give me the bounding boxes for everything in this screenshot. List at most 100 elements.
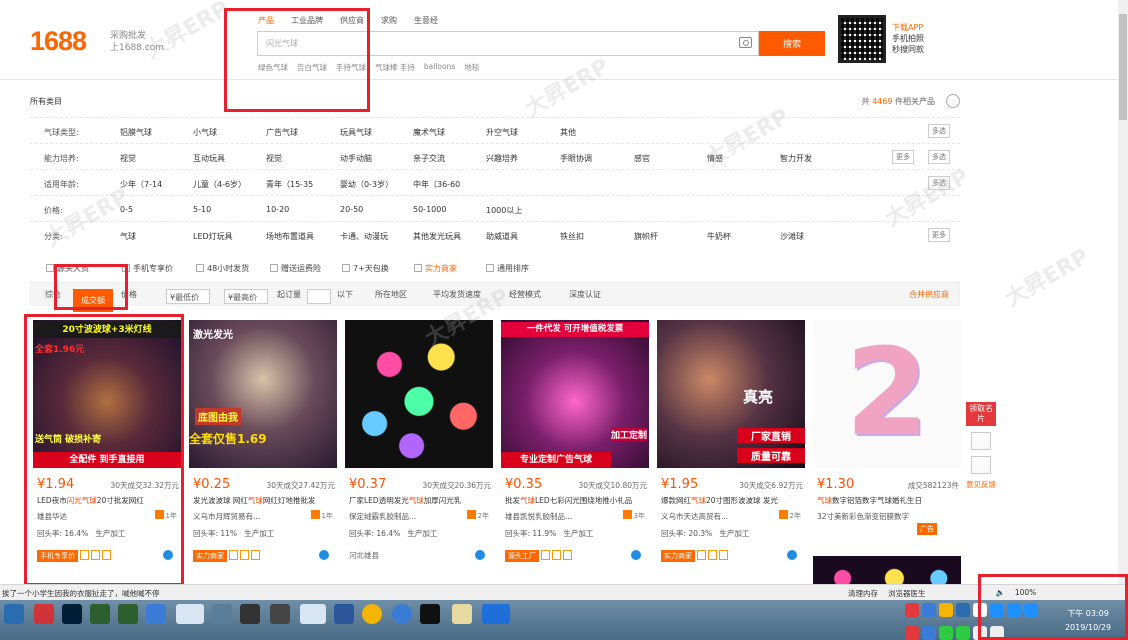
tab-business[interactable]: 生意经 — [414, 15, 438, 26]
shop-name[interactable]: 32寸美新彩色渐变铝膜数字 — [817, 511, 909, 522]
service-filter-option[interactable]: 48小时发货 — [196, 263, 249, 274]
filter-option[interactable]: 助威道具 — [486, 231, 518, 242]
filter-option[interactable]: 卡通、动漫玩 — [340, 231, 388, 242]
shop-name[interactable]: 义乌市月辉贸易有... — [193, 511, 260, 522]
multi-select-button[interactable]: 多选 — [928, 150, 950, 164]
camera-icon[interactable] — [739, 37, 752, 48]
app-icon[interactable] — [34, 604, 54, 624]
filter-option[interactable]: 小气球 — [193, 127, 217, 138]
product-title[interactable]: 爆款网红气球20寸图形波波球 发光 — [661, 495, 801, 506]
min-price-input[interactable]: ¥最低价 — [166, 289, 210, 304]
filter-option[interactable]: 情感 — [707, 153, 723, 164]
zoom-level[interactable]: 100% — [1015, 588, 1036, 599]
service-filter-option[interactable]: 赠送运费险 — [270, 263, 321, 274]
product-title[interactable]: LED夜市闪光气球20寸批发网红 — [37, 495, 177, 506]
product-title[interactable]: 厂家LED透明发光气球加厚闪光乳 — [349, 495, 489, 506]
filter-option[interactable]: 广告气球 — [266, 127, 298, 138]
filter-option[interactable]: 青年（15-35 — [266, 179, 313, 190]
sort-default[interactable]: 综合 — [45, 289, 61, 300]
filter-option[interactable]: 气球 — [120, 231, 136, 242]
shop-name[interactable]: 雄县凯悦乳胶制品... — [505, 511, 572, 522]
tray-icon[interactable] — [990, 603, 1004, 617]
get-business-card[interactable]: 领取名片 — [966, 402, 996, 426]
filter-option[interactable]: 中年（36-60 — [413, 179, 460, 190]
product-title[interactable]: 批发气球LED七彩闪光围绕地推小礼品 — [505, 495, 645, 506]
filter-option[interactable]: 感官 — [634, 153, 650, 164]
filter-option[interactable]: 20-50 — [340, 205, 363, 214]
filter-option[interactable]: 0-5 — [120, 205, 133, 214]
product-image[interactable]: 2 — [813, 320, 961, 468]
ship-speed-dropdown[interactable]: 平均发货速度 — [433, 289, 481, 300]
terminal-icon[interactable] — [270, 604, 290, 624]
tray-icon[interactable] — [973, 603, 987, 617]
product-image-partial[interactable] — [813, 556, 961, 584]
network-icon[interactable] — [973, 626, 987, 640]
chrome-icon[interactable] — [300, 604, 326, 624]
service-filter-option[interactable]: 通用排序 — [486, 263, 529, 274]
chat-icon[interactable] — [319, 550, 329, 560]
filter-option[interactable]: 兴趣培养 — [486, 153, 518, 164]
filter-option[interactable]: 牛奶杯 — [707, 231, 731, 242]
clean-memory-button[interactable]: 清理内存 — [848, 588, 878, 599]
filter-option[interactable]: 少年（7-14 — [120, 179, 162, 190]
chat-icon[interactable] — [787, 550, 797, 560]
filter-option[interactable]: 婴幼（0-3岁） — [340, 179, 393, 190]
merge-supplier[interactable]: 合并供应商 — [909, 289, 949, 300]
wechat-icon[interactable] — [956, 626, 970, 640]
breadcrumb[interactable]: 所有类目 — [30, 96, 62, 107]
sort-by-price[interactable]: 价格 — [121, 289, 137, 300]
product-card[interactable]: 20寸波波球+3米灯线 全套1.96元 送气筒 破损补寄 全配件 到手直接用 ¥… — [33, 320, 181, 572]
filter-option[interactable]: 沙滩球 — [780, 231, 804, 242]
filter-option[interactable]: 魔术气球 — [413, 127, 445, 138]
service-icon[interactable] — [971, 432, 991, 450]
product-image[interactable]: 20寸波波球+3米灯线 全套1.96元 送气筒 破损补寄 全配件 到手直接用 — [33, 320, 181, 468]
service-filter-option[interactable]: 7+天包换 — [342, 263, 389, 274]
hot-word[interactable]: 告白气球 — [297, 62, 327, 73]
feedback-link[interactable]: 意见反馈 — [966, 480, 996, 490]
shop-name[interactable]: 雄县华达 — [37, 511, 67, 522]
filter-option[interactable]: LED灯玩具 — [193, 231, 233, 242]
volume-icon[interactable] — [990, 626, 1004, 640]
search-button[interactable]: 搜索 — [759, 31, 825, 56]
clock[interactable]: 下午 03:09 2019/10/29 — [1060, 607, 1116, 635]
filter-option[interactable]: 1000以上 — [486, 205, 522, 216]
filter-option[interactable]: 手眼协调 — [560, 153, 592, 164]
service-filter-option[interactable]: 源头大货 — [46, 263, 89, 274]
filter-option[interactable]: 5-10 — [193, 205, 211, 214]
photoshop-icon[interactable] — [62, 604, 82, 624]
more-button[interactable]: 更多 — [892, 150, 914, 164]
filter-option[interactable]: 其他 — [560, 127, 576, 138]
service-filter-option[interactable]: 手机专享价 — [122, 263, 173, 274]
hot-word[interactable]: 地毯 — [464, 62, 479, 73]
filter-option[interactable]: 儿童（4-6岁） — [193, 179, 246, 190]
hot-word[interactable]: 气球棒 手持 — [375, 62, 415, 73]
chat-icon[interactable] — [631, 550, 641, 560]
more-button[interactable]: 更多 — [928, 228, 950, 242]
collapse-button[interactable] — [946, 94, 960, 108]
chrome-icon[interactable] — [362, 604, 382, 624]
product-card[interactable]: 真亮 厂家直销 质量可靠 ¥1.95 30天成交6.92万元 爆款网红气球20寸… — [657, 320, 805, 572]
browser-doctor-button[interactable]: 浏览器医生 — [888, 588, 926, 599]
tab-purchase[interactable]: 求购 — [381, 15, 397, 26]
dreamweaver-icon[interactable] — [118, 604, 138, 624]
word-icon[interactable] — [334, 604, 354, 624]
filter-option[interactable]: 互动玩具 — [193, 153, 225, 164]
filter-option[interactable]: 视觉 — [120, 153, 136, 164]
shop-name[interactable]: 义乌市天达高贸有... — [661, 511, 728, 522]
business-mode-dropdown[interactable]: 经营模式 — [509, 289, 541, 300]
tray-icon[interactable] — [1007, 603, 1021, 617]
filter-option[interactable]: 智力开发 — [780, 153, 812, 164]
product-image[interactable]: 一件代发 可开增值税发票 加工定制 专业定制广告气球 — [501, 320, 649, 468]
product-card[interactable]: 一件代发 可开增值税发票 加工定制 专业定制广告气球 ¥0.35 30天成交10… — [501, 320, 649, 572]
explorer-icon[interactable] — [212, 604, 232, 624]
shop-name[interactable]: 保定绒霸乳胶制品... — [349, 511, 416, 522]
ie-browser-icon[interactable] — [176, 604, 204, 624]
tab-supplier[interactable]: 供应商 — [340, 15, 364, 26]
hot-word[interactable]: balloons — [424, 62, 455, 73]
filter-option[interactable]: 动手动脑 — [340, 153, 372, 164]
tray-icon[interactable] — [939, 626, 953, 640]
product-card[interactable]: 激光发光 底图由我 全套仅售1.69 ¥0.25 30天成交27.42万元 发光… — [189, 320, 337, 572]
app-icon[interactable] — [420, 604, 440, 624]
tray-icon[interactable] — [922, 603, 936, 617]
hot-word[interactable]: 绿色气球 — [258, 62, 288, 73]
